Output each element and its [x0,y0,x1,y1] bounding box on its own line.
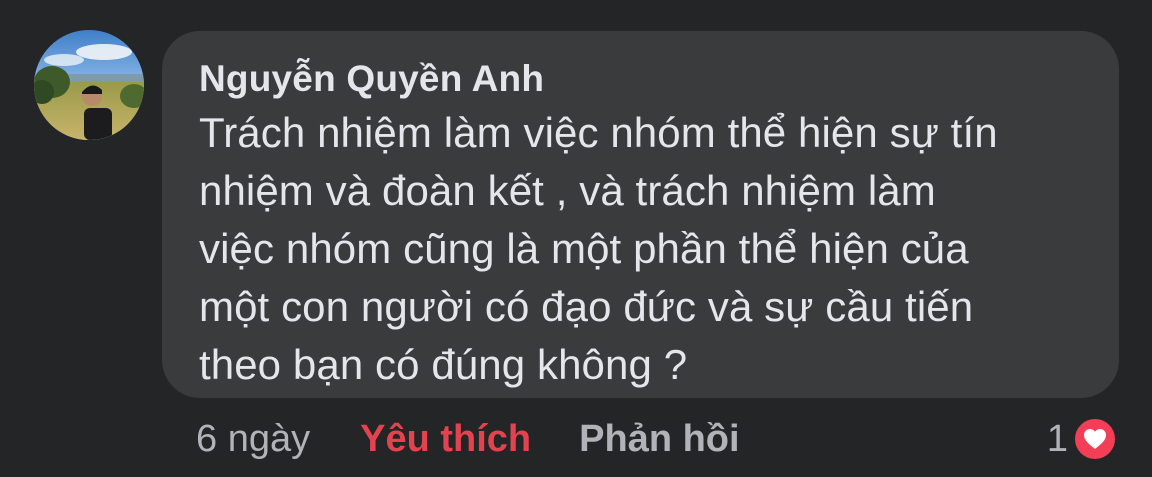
comment-text: Trách nhiệm làm việc nhóm thể hiện sự tí… [199,109,998,388]
reply-button[interactable]: Phản hồi [579,418,739,461]
avatar[interactable] [34,30,144,140]
comment-view: Nguyễn Quyền Anh Trách nhiệm làm việc nh… [0,0,1152,477]
like-button[interactable]: Yêu thích [360,418,531,461]
comment-timestamp[interactable]: 6 ngày [196,418,310,461]
heart-icon [1072,416,1118,462]
comment-author[interactable]: Nguyễn Quyền Anh [199,57,1083,101]
comment-actions: 6 ngày Yêu thích Phản hồi [196,414,740,464]
reaction-count: 1 [1046,417,1068,460]
avatar-photo [34,30,144,140]
reaction-summary[interactable]: 1 [1047,414,1118,464]
comment-bubble: Nguyễn Quyền Anh Trách nhiệm làm việc nh… [162,31,1119,398]
